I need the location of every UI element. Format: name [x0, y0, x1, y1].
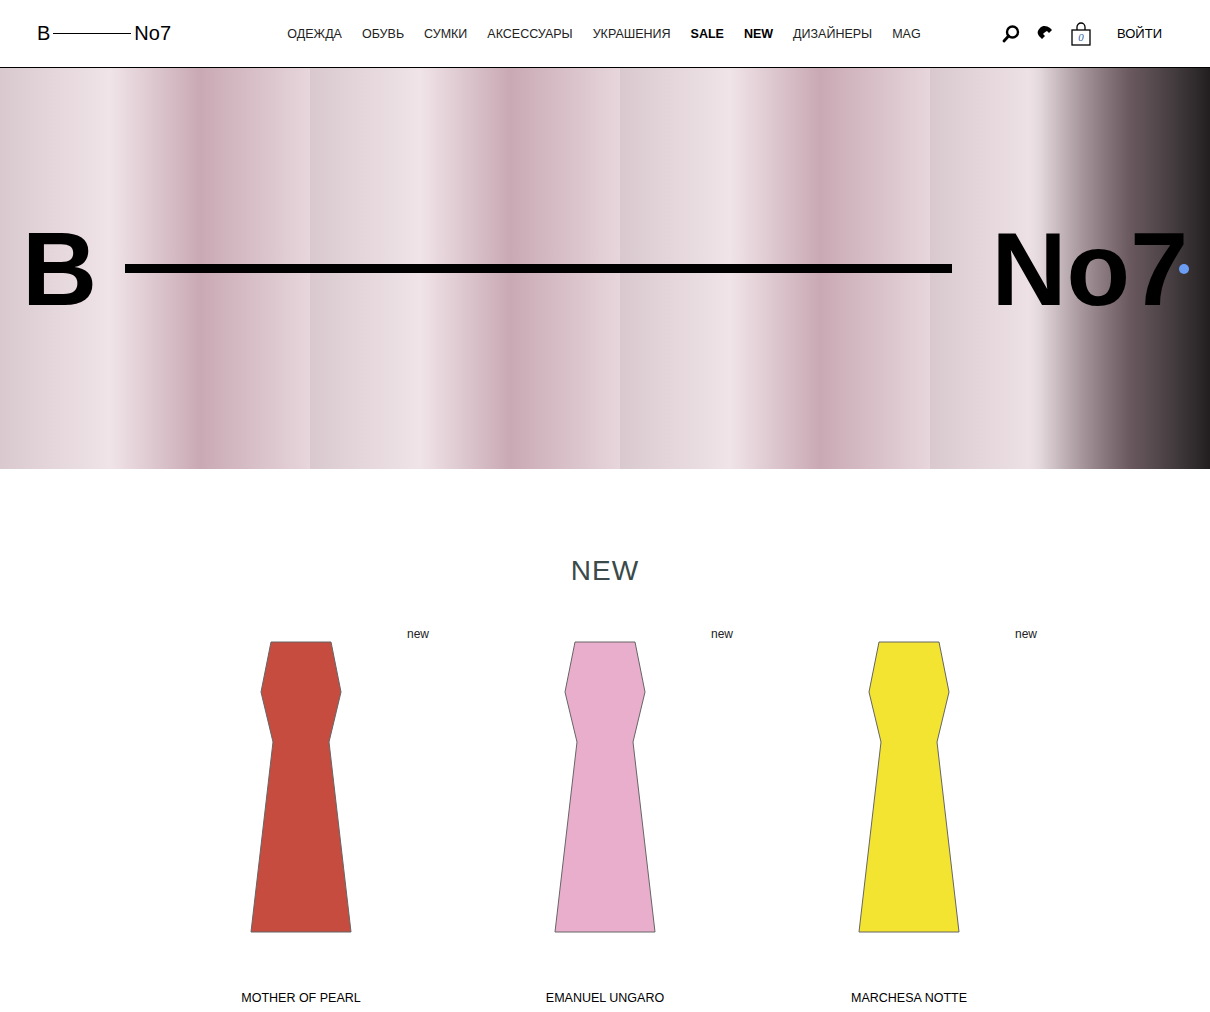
product-grid: new MOTHER OF PEARL new EMANUEL UNGARO new MA…: [149, 627, 1061, 1005]
main-nav: ОДЕЖДА ОБУВЬ СУМКИ АКСЕССУАРЫ УКРАШЕНИЯ SALE N…: [247, 27, 1001, 41]
new-badge: new: [407, 627, 429, 641]
cart-count: 0: [1069, 31, 1093, 43]
nav-item[interactable]: MAG: [892, 27, 920, 41]
nav-item[interactable]: СУМКИ: [424, 27, 467, 41]
product-brand: MARCHESA NOTTE: [851, 991, 967, 1005]
logo[interactable]: B No7: [37, 22, 247, 45]
slider-dot[interactable]: [1179, 264, 1189, 274]
new-badge: new: [1015, 627, 1037, 641]
nav-item[interactable]: ОБУВЬ: [362, 27, 404, 41]
hero-logo-line: [125, 264, 951, 273]
product-card[interactable]: new MARCHESA NOTTE: [757, 627, 1061, 1005]
product-image: new: [757, 627, 1061, 957]
product-image: new: [453, 627, 757, 957]
product-brand: EMANUEL UNGARO: [546, 991, 664, 1005]
dress-icon: [505, 632, 705, 952]
phone-icon[interactable]: [1035, 24, 1055, 44]
hero-banner[interactable]: B No7: [0, 68, 1210, 469]
product-brand: MOTHER OF PEARL: [241, 991, 360, 1005]
new-badge: new: [711, 627, 733, 641]
header: B No7 ОДЕЖДА ОБУВЬ СУМКИ АКСЕССУАРЫ УКРАШЕНИЯ S…: [0, 0, 1210, 68]
product-image: new: [149, 627, 453, 957]
header-tools: 0 ВОЙТИ: [1001, 22, 1162, 46]
nav-item[interactable]: SALE: [691, 27, 724, 41]
search-icon[interactable]: [1001, 24, 1021, 44]
hero-logo-right: No7: [992, 217, 1188, 321]
dress-icon: [201, 632, 401, 952]
product-card[interactable]: new MOTHER OF PEARL: [149, 627, 453, 1005]
logo-left: B: [37, 22, 50, 45]
nav-item[interactable]: NEW: [744, 27, 773, 41]
nav-item[interactable]: ДИЗАЙНЕРЫ: [793, 27, 872, 41]
section-title: NEW: [0, 555, 1210, 587]
dress-icon: [809, 632, 1009, 952]
logo-right: No7: [134, 22, 171, 45]
new-section: NEWnewMOTHER OF PEARLnewEMANUEL UNGAROne…: [0, 469, 1210, 1005]
nav-item[interactable]: ОДЕЖДА: [287, 27, 342, 41]
login-link[interactable]: ВОЙТИ: [1117, 26, 1162, 41]
page: B No7 ОДЕЖДА ОБУВЬ СУМКИ АКСЕССУАРЫ УКРАШЕНИЯ S…: [0, 0, 1210, 1005]
hero-logo: B No7: [0, 68, 1210, 469]
hero-logo-left: B: [22, 217, 97, 321]
nav-item[interactable]: АКСЕССУАРЫ: [487, 27, 572, 41]
nav-item[interactable]: УКРАШЕНИЯ: [593, 27, 671, 41]
logo-line: [53, 33, 131, 35]
cart-button[interactable]: 0: [1069, 22, 1093, 46]
product-card[interactable]: new EMANUEL UNGARO: [453, 627, 757, 1005]
